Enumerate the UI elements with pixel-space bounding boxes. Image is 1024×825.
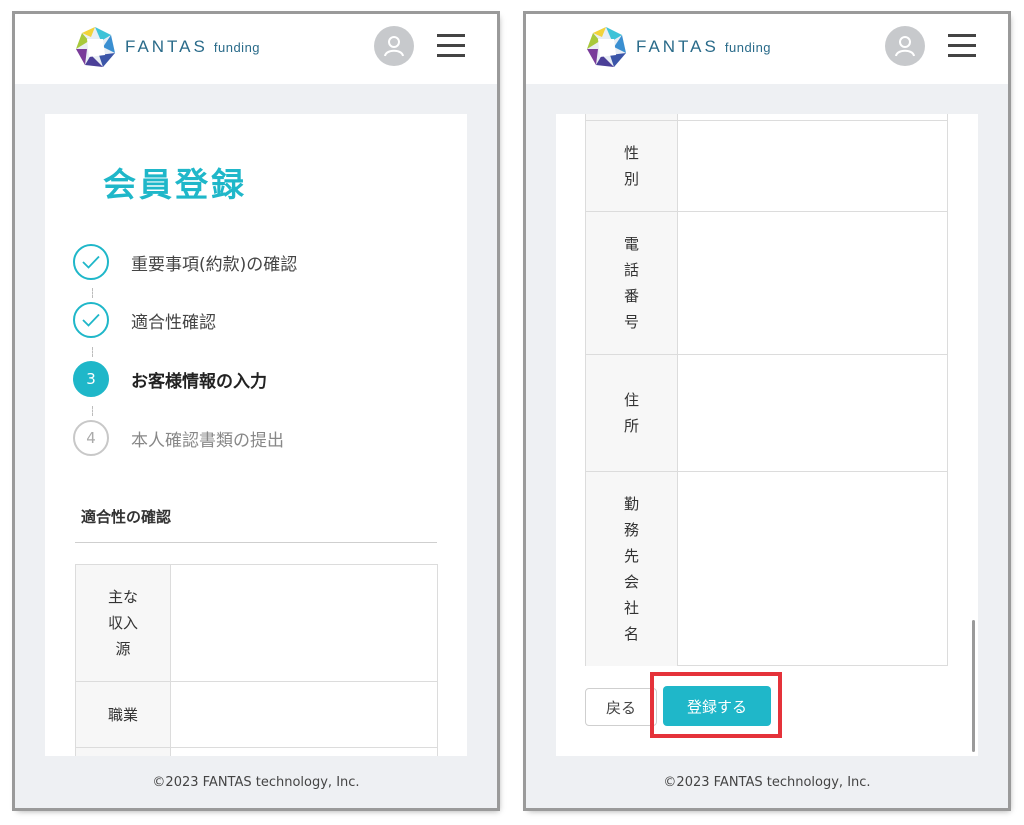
suitability-table: 主な収入源 職業	[75, 564, 438, 756]
row-label: 主な収入源	[76, 565, 171, 681]
table-row: 住所	[586, 355, 947, 472]
step-4: 4 本人確認書類の提出	[73, 418, 284, 458]
row-label: 勤務先会社名	[586, 472, 678, 666]
menu-icon[interactable]	[948, 32, 978, 60]
app-header: FANTAS funding	[526, 14, 1008, 84]
step-number: 4	[73, 420, 109, 456]
user-icon	[384, 36, 404, 57]
scrollbar[interactable]	[972, 620, 975, 752]
customer-info-card: 性別 電話番号 住所 勤務先会社名 戻る 登録する	[556, 114, 978, 756]
row-label	[76, 748, 171, 756]
table-row: 勤務先会社名	[586, 472, 947, 666]
step-label: 適合性確認	[131, 312, 216, 333]
step-label: 本人確認書類の提出	[131, 430, 284, 451]
user-avatar-button[interactable]	[885, 26, 925, 66]
step-label: お客様情報の入力	[131, 371, 267, 392]
step-label: 重要事項(約款)の確認	[131, 254, 298, 275]
step-connector	[92, 347, 93, 357]
row-label: 職業	[76, 682, 171, 747]
fantas-logo-icon	[587, 27, 626, 67]
check-icon	[73, 244, 109, 280]
table-row: 電話番号	[586, 212, 947, 355]
table-row	[586, 114, 947, 121]
brand-logo[interactable]: FANTAS funding	[73, 24, 260, 70]
table-row: 性別	[586, 121, 947, 212]
step-connector	[92, 288, 93, 298]
footer-copyright: ©2023 FANTAS technology, Inc.	[663, 774, 871, 790]
row-label: 性別	[586, 121, 678, 211]
menu-icon[interactable]	[437, 32, 467, 60]
phone-screen-customer-info: FANTAS funding 性別 電話番号 住所 勤務先会社名 戻る 登録する…	[526, 14, 1008, 808]
register-button-highlight	[650, 672, 782, 738]
user-avatar-button[interactable]	[374, 26, 414, 66]
page-title: 会員登録	[103, 165, 247, 204]
row-label: 電話番号	[586, 212, 678, 354]
brand-name: FANTAS funding	[125, 37, 261, 56]
step-3: 3 お客様情報の入力	[73, 359, 267, 399]
row-label: 住所	[586, 355, 678, 471]
section-title: 適合性の確認	[81, 508, 172, 526]
brand-name: FANTAS funding	[636, 37, 772, 56]
footer-copyright: ©2023 FANTAS technology, Inc.	[152, 774, 360, 790]
check-icon	[73, 302, 109, 338]
step-2: 適合性確認	[73, 300, 216, 340]
row-label	[586, 114, 678, 120]
registration-card: 会員登録 重要事項(約款)の確認 適合性確認 3 お客様情報の入力 4 本人確認…	[45, 114, 467, 756]
table-row: 主な収入源	[76, 565, 437, 682]
step-1: 重要事項(約款)の確認	[73, 242, 297, 282]
step-number: 3	[73, 361, 109, 397]
user-icon	[895, 36, 915, 57]
section-divider	[75, 542, 437, 543]
brand-logo[interactable]: FANTAS funding	[584, 24, 771, 70]
fantas-logo-icon	[76, 27, 115, 67]
table-row: 職業	[76, 682, 437, 748]
phone-screen-registration-steps: FANTAS funding 会員登録 重要事項(約款)の確認 適合性確認 3 …	[15, 14, 497, 808]
step-connector	[92, 406, 93, 416]
customer-info-table: 性別 電話番号 住所 勤務先会社名	[585, 114, 948, 666]
back-button[interactable]: 戻る	[585, 688, 657, 726]
app-header: FANTAS funding	[15, 14, 497, 84]
table-row	[76, 748, 437, 756]
